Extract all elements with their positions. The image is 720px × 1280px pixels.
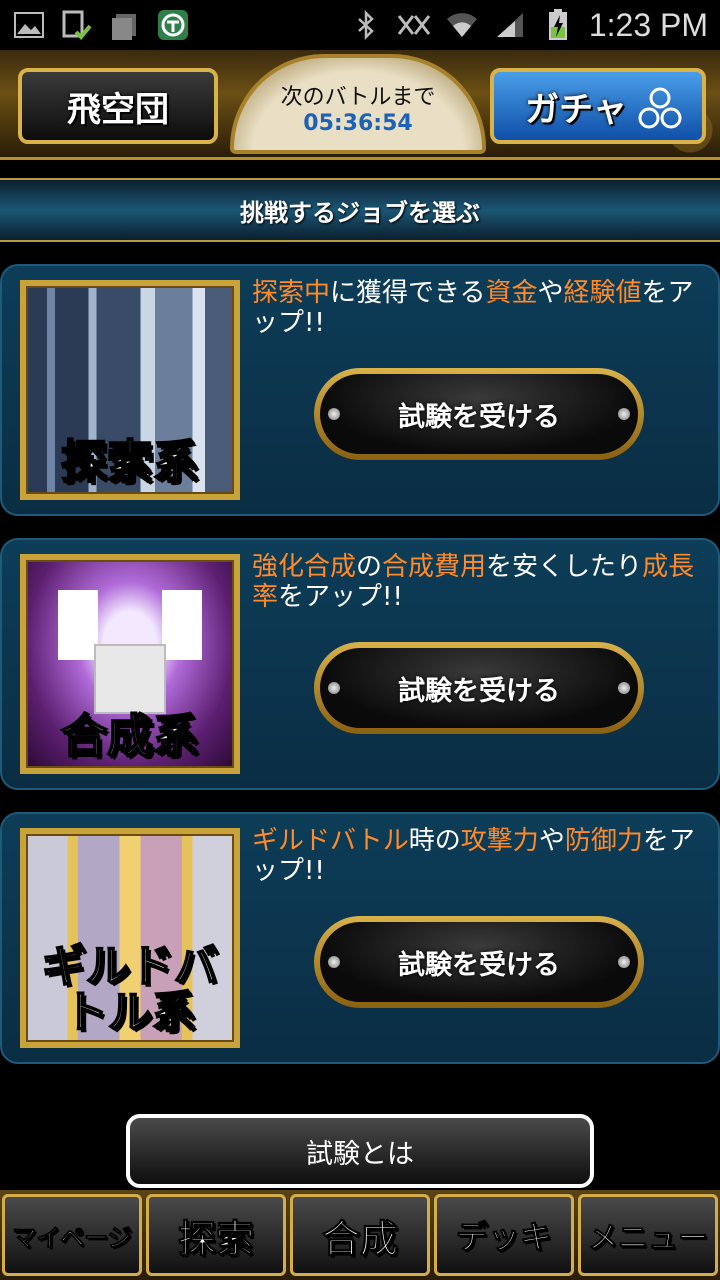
- job-description-synthesis: 強化合成の合成費用を安くしたり成長率をアップ!!: [252, 552, 714, 612]
- about-exam-button[interactable]: 試験とは: [126, 1114, 594, 1188]
- job-thumbnail-guild-battle: ギルドバトル系: [20, 828, 240, 1048]
- image-icon: [12, 8, 46, 42]
- card-shape: [58, 590, 98, 660]
- bolt-icon: [328, 682, 340, 694]
- desc-text: や: [537, 278, 564, 308]
- bolt-icon: [618, 408, 630, 420]
- desc-text: 時の: [408, 826, 461, 856]
- desc-text: の: [356, 552, 383, 582]
- nav-synthesis[interactable]: 合成: [290, 1194, 430, 1276]
- battery-charging-icon: [541, 8, 575, 42]
- take-exam-button-exploration[interactable]: 試験を受ける: [314, 368, 644, 460]
- airship-guild-button[interactable]: 飛空団: [18, 68, 218, 144]
- desc-text: や: [538, 826, 565, 856]
- desc-highlight: 攻撃力: [460, 826, 539, 856]
- job-card-guild-battle: ギルドバトル系 ギルドバトル時の攻撃力や防御力をアップ!! 試験を受ける: [0, 812, 720, 1064]
- bluetooth-icon: [349, 8, 383, 42]
- bolt-icon: [618, 956, 630, 968]
- nav-deck[interactable]: デッキ: [434, 1194, 574, 1276]
- nav-explore[interactable]: 探索: [146, 1194, 286, 1276]
- desc-highlight: 防御力: [564, 826, 643, 856]
- timer-label: 次のバトルまで: [280, 84, 436, 110]
- card-shape: [94, 644, 166, 714]
- desc-text: を安くしたり: [486, 552, 643, 582]
- status-bar: 1:23 PM: [0, 0, 720, 50]
- desc-highlight: 強化合成: [252, 552, 357, 582]
- job-thumbnail-synthesis: 合成系: [20, 554, 240, 774]
- job-description-exploration: 探索中に獲得できる資金や経験値をアップ!!: [252, 278, 714, 338]
- desc-highlight: ギルドバトル: [252, 826, 409, 856]
- section-title-bar: 挑戦するジョブを選ぶ: [0, 178, 720, 242]
- game-header: 飛空団 次のバトルまで 05:36:54 ガチャ: [0, 50, 720, 160]
- gacha-label: ガチャ: [525, 89, 627, 130]
- exam-button-label: 試験を受ける: [320, 374, 638, 454]
- exam-button-label: 試験を受ける: [320, 922, 638, 1002]
- job-thumbnail-exploration: 探索系: [20, 280, 240, 500]
- triskelion-icon: [638, 87, 682, 129]
- clock-time: 1:23 PM: [588, 6, 708, 43]
- desc-highlight: 資金: [485, 278, 538, 308]
- gacha-button[interactable]: ガチャ: [490, 68, 706, 144]
- timer-value: 05:36:54: [303, 110, 413, 136]
- job-description-guild-battle: ギルドバトル時の攻撃力や防御力をアップ!!: [252, 826, 714, 886]
- desc-text: をアップ!!: [278, 582, 403, 612]
- shield-icon: [156, 8, 190, 42]
- job-card-exploration: 探索系 探索中に獲得できる資金や経験値をアップ!! 試験を受ける: [0, 264, 720, 516]
- bottom-navigation: マイページ 探索 合成 デッキ メニュー: [0, 1190, 720, 1280]
- job-name-synthesis: 合成系: [60, 708, 200, 763]
- desc-highlight: 合成費用: [382, 552, 487, 582]
- nfc-icon: [397, 8, 431, 42]
- card-shape: [162, 590, 202, 660]
- desc-highlight: 探索中: [252, 278, 331, 308]
- nav-mypage[interactable]: マイページ: [2, 1194, 142, 1276]
- wifi-icon: [445, 8, 479, 42]
- bolt-icon: [328, 408, 340, 420]
- signal-icon: [493, 8, 527, 42]
- job-name-guild-battle: ギルドバトル系: [41, 940, 219, 1038]
- nav-menu[interactable]: メニュー: [578, 1194, 718, 1276]
- sd-check-icon: [60, 8, 94, 42]
- storage-icon: [108, 8, 142, 42]
- exam-button-label: 試験を受ける: [320, 648, 638, 728]
- desc-highlight: 経験値: [563, 278, 642, 308]
- section-title: 挑戦するジョブを選ぶ: [240, 198, 480, 227]
- desc-text: に獲得できる: [330, 278, 486, 308]
- take-exam-button-guild-battle[interactable]: 試験を受ける: [314, 916, 644, 1008]
- job-card-synthesis: 合成系 強化合成の合成費用を安くしたり成長率をアップ!! 試験を受ける: [0, 538, 720, 790]
- take-exam-button-synthesis[interactable]: 試験を受ける: [314, 642, 644, 734]
- job-name-exploration: 探索系: [60, 434, 200, 489]
- bolt-icon: [328, 956, 340, 968]
- bolt-icon: [618, 682, 630, 694]
